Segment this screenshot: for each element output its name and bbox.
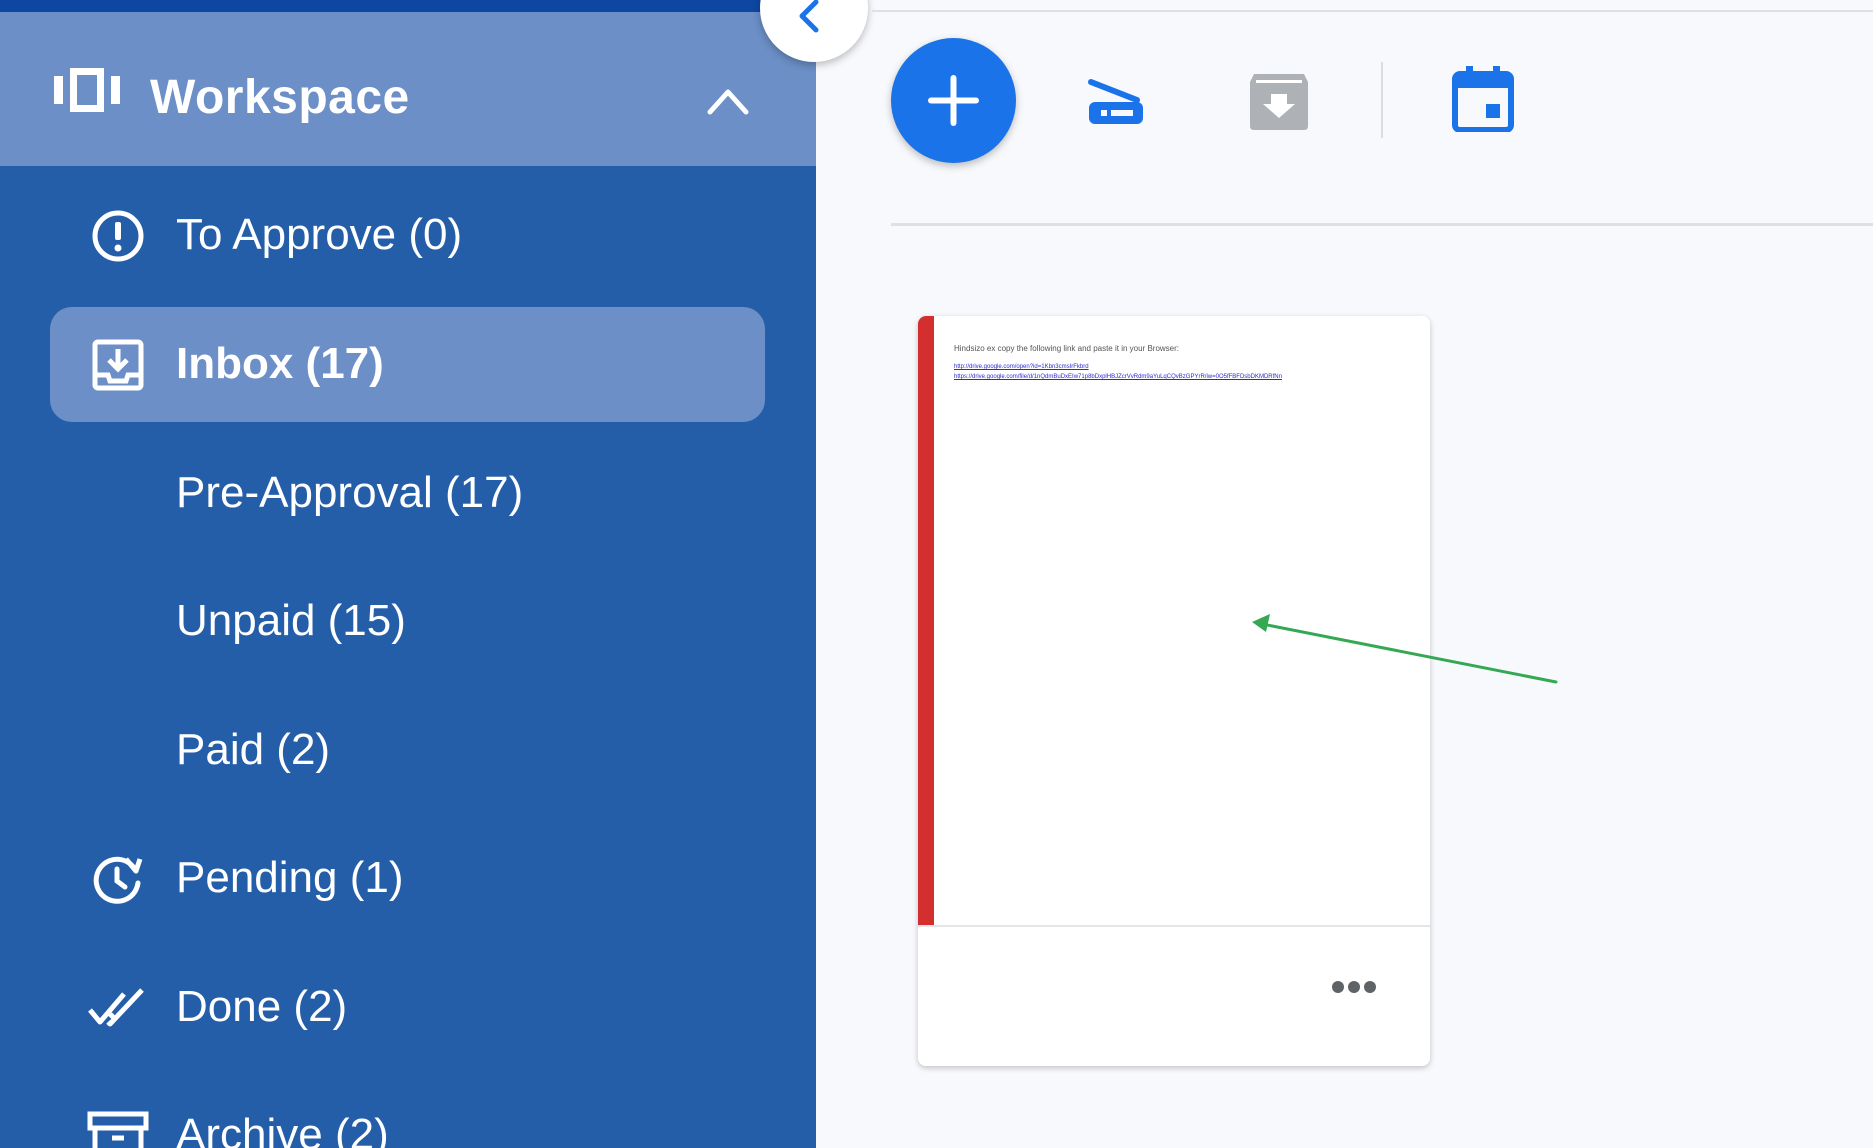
preview-link[interactable]: https://drive.google.com/file/d/1nQdmBuD… [954, 374, 1282, 380]
sidebar-item-label: Pending (1) [176, 853, 404, 902]
clock-refresh-icon [93, 856, 143, 904]
sidebar-item-inbox[interactable]: Inbox (17) [50, 307, 765, 422]
dot-icon [1348, 981, 1360, 993]
preview-link[interactable]: http://drive.google.com/open?id=1Kbn3cms… [954, 364, 1089, 370]
sidebar-item-label: Unpaid (15) [176, 596, 406, 645]
chevron-left-icon [799, 0, 819, 33]
sidebar-item-to-approve[interactable]: To Approve (0) [50, 178, 765, 293]
dot-icon [1364, 981, 1376, 993]
chevron-up-icon[interactable] [706, 86, 750, 116]
top-divider [872, 10, 1873, 12]
card-divider [918, 925, 1430, 927]
preview-text: Hindsizo ex copy the following link and … [954, 344, 1179, 353]
sidebar-item-pre-approval[interactable]: Pre-Approval (17) [50, 436, 765, 551]
sidebar-item-label: Inbox (17) [176, 339, 384, 388]
sidebar-item-label: To Approve (0) [176, 210, 463, 259]
sidebar-item-unpaid[interactable]: Unpaid (15) [50, 564, 765, 679]
sidebar-item-pending[interactable]: Pending (1) [50, 821, 765, 936]
workspace-header[interactable]: Workspace [0, 12, 816, 166]
sidebar-item-label: Done (2) [176, 982, 348, 1031]
dot-icon [1332, 981, 1344, 993]
workspace-title: Workspace [150, 71, 410, 124]
double-check-icon [88, 988, 144, 1027]
document-card[interactable]: Hindsizo ex copy the following link and … [918, 316, 1430, 1066]
document-preview[interactable]: Hindsizo ex copy the following link and … [934, 316, 1430, 926]
add-button[interactable] [891, 38, 1016, 163]
calendar-icon[interactable] [1452, 66, 1514, 132]
sidebar-item-label: Paid (2) [176, 725, 331, 774]
sidebar-top-bar [0, 0, 816, 12]
archive-download-icon[interactable] [1248, 70, 1310, 132]
toolbar-separator [1381, 62, 1383, 138]
inbox-download-icon [92, 339, 144, 391]
scanner-icon[interactable] [1085, 72, 1147, 128]
add-icon [928, 75, 979, 126]
toolbar-divider [891, 223, 1873, 226]
archive-box-icon [87, 1111, 149, 1148]
alert-circle-icon [92, 210, 144, 262]
sidebar-item-label: Pre-Approval (17) [176, 468, 524, 517]
sidebar-item-paid[interactable]: Paid (2) [50, 693, 765, 808]
card-status-strip [918, 316, 934, 926]
sidebar-item-done[interactable]: Done (2) [50, 950, 765, 1065]
sidebar: Workspace To Approve (0) Inbox (17) Pre-… [0, 0, 816, 1148]
sidebar-item-label: Archive (2) [176, 1110, 389, 1148]
sidebar-item-archive[interactable]: Archive (2) [50, 1078, 765, 1148]
more-options-button[interactable] [1332, 980, 1388, 1002]
workspace-carousel-icon [54, 68, 120, 112]
